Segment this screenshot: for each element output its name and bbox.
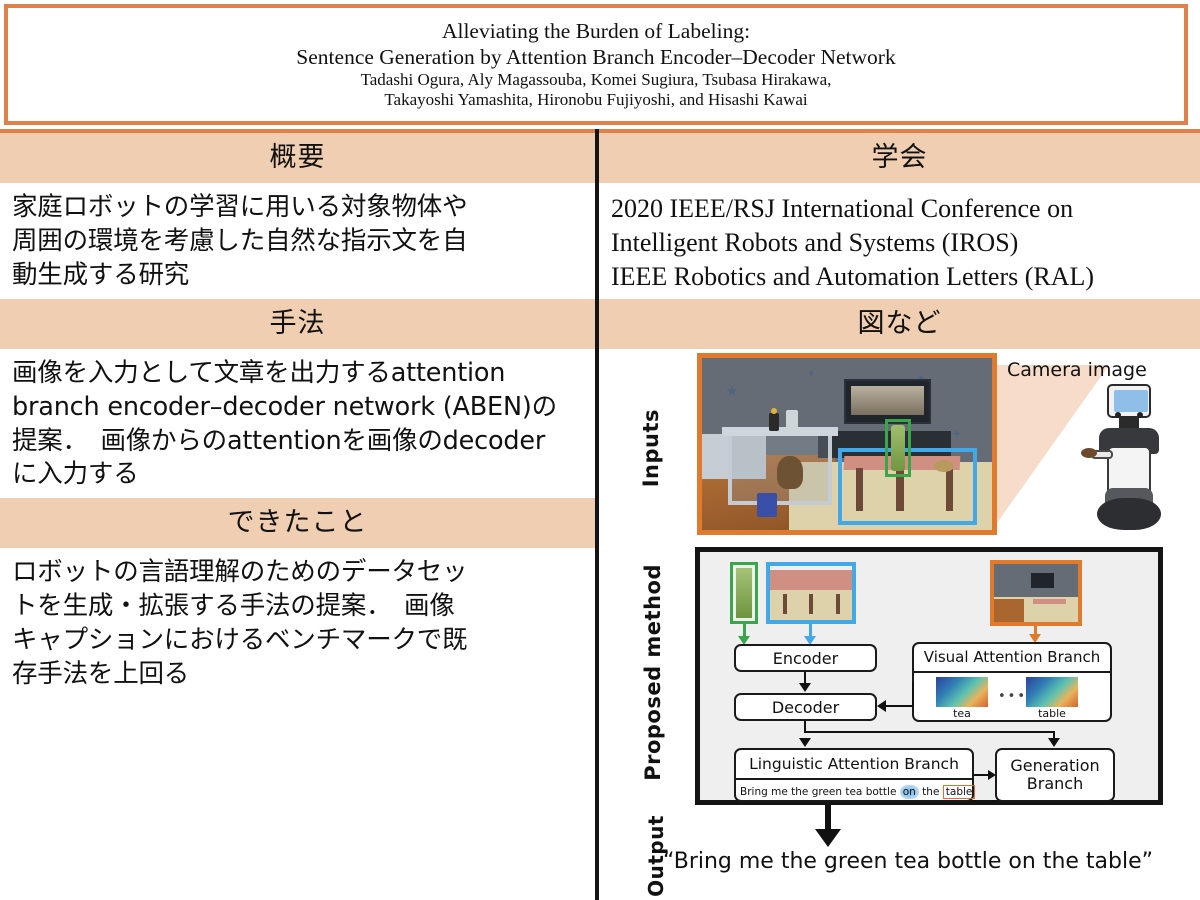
results-line-4: 存手法を上回る [12, 659, 190, 690]
section-heading-method: 手法 [0, 298, 595, 349]
right-column: 学会 2020 IEEE/RSJ International Conferenc… [599, 129, 1200, 897]
attention-ellipsis: ••• [998, 689, 1028, 705]
scene-trash-bin [757, 492, 778, 517]
conference-line-1: 2020 IEEE/RSJ International Conference o… [611, 194, 1074, 223]
arrow-vab-decoder-horz [886, 705, 914, 708]
sentence-boxed-table: table [942, 785, 976, 800]
attention-caption-table: table [1038, 707, 1066, 721]
arrow-vab-decoder-vert [912, 682, 914, 708]
block-visual-attention-branch[interactable]: Visual Attention Branch ••• tea table [912, 642, 1112, 724]
thumb-table-leg [809, 594, 814, 614]
method-line-2: branch encoder–decoder network (ABEN)の [12, 391, 557, 422]
block-decoder[interactable]: Decoder [734, 693, 877, 722]
title-box: Alleviating the Burden of Labeling: Sent… [4, 4, 1188, 125]
content-columns: 概要 家庭ロボットの学習に用いる対象物体や 周囲の環境を考慮した自然な指示文を自… [0, 129, 1200, 900]
section-heading-results: できたこと [0, 498, 595, 549]
linguistic-attention-sentence: Bring me the green tea bottle on the tab… [736, 780, 976, 804]
poster-root: Alleviating the Burden of Labeling: Sent… [0, 0, 1200, 900]
thumb-table-leg [783, 594, 788, 614]
linguistic-attention-branch-title: Linguistic Attention Branch [736, 750, 972, 781]
section-body-overview: 家庭ロボットの学習に用いる対象物体や 周囲の環境を考慮した自然な指示文を自 動生… [0, 183, 595, 299]
paper-title-line-1: Alleviating the Burden of Labeling: [441, 19, 751, 44]
paper-authors-line-1: Tadashi Ogura, Aly Magassouba, Komei Sug… [360, 69, 832, 89]
arrow-decoder-split-horz [804, 731, 1054, 734]
star-icon: ✦ [806, 367, 816, 380]
scene-tv-picture [851, 385, 925, 416]
input-scene-image: ★ ✦ ✦ ✦ [697, 353, 997, 536]
attention-caption-tea: tea [953, 707, 971, 721]
output-arrow-stem [825, 805, 831, 832]
method-line-1: 画像を入力として文章を出力するattention [12, 357, 506, 388]
section-body-conference: 2020 IEEE/RSJ International Conference o… [599, 183, 1200, 299]
thumbnail-blue-context [766, 562, 856, 625]
thumbnail-orange-scene [990, 560, 1082, 627]
visual-attention-branch-title: Visual Attention Branch [914, 644, 1110, 674]
overview-line-1: 家庭ロボットの学習に用いる対象物体や [12, 192, 468, 222]
thumb-tv [1030, 572, 1055, 588]
block-generation-branch[interactable]: Generation Branch [995, 748, 1115, 803]
star-icon: ★ [725, 383, 739, 401]
robot-neck [1119, 418, 1139, 429]
paper-authors-line-2: Takayoshi Yamashita, Hironobu Fujiyoshi,… [384, 89, 808, 109]
scene-bottle-clear [786, 409, 798, 431]
generation-branch-line-1: Generation [1010, 756, 1100, 775]
robot-screen-icon [1114, 390, 1148, 413]
block-linguistic-attention-branch[interactable]: Linguistic Attention Branch Bring me the… [734, 748, 976, 804]
sentence-before: Bring me the green tea bottle [740, 786, 900, 799]
star-icon: ✦ [951, 427, 962, 442]
section-body-results: ロボットの言語理解のためのデータセッ トを生成・拡張する手法の提案． 画像 キャ… [0, 548, 595, 698]
generation-branch-line-2: Branch [1026, 774, 1084, 794]
proposed-method-axis-label: Proposed method [641, 564, 665, 782]
scene-tv [844, 379, 932, 424]
method-line-4: に入力する [12, 459, 139, 490]
thumb-wood-floor [994, 599, 1025, 623]
scene-teddy-bear [777, 456, 804, 490]
thumb-table-leg [835, 594, 840, 614]
scene-green-bounding-box [884, 418, 911, 478]
figure-area: Inputs Camera image ★ ✦ ✦ Proposed metho… [599, 349, 1200, 897]
scene-cart-top [722, 427, 839, 436]
arrow-encoder-decoder-head [799, 683, 811, 693]
visual-attention-branch-body: ••• tea table [914, 673, 1110, 724]
section-heading-conference: 学会 [599, 129, 1200, 183]
section-body-method: 画像を入力として文章を出力するattention branch encoder–… [0, 349, 595, 499]
arrow-vab-decoder-head [877, 700, 886, 713]
method-line-3: 提案． 画像からのattentionを画像のdecoder [12, 425, 546, 456]
proposed-method-panel: Encoder Decoder Visual Attention Branch … [695, 547, 1163, 806]
results-line-2: トを生成・拡張する手法の提案． 画像 [12, 591, 455, 622]
overview-line-2: 周囲の環境を考慮した自然な指示文を自 [12, 225, 468, 256]
output-sentence: “Bring me the green tea bottle on the ta… [663, 849, 1154, 875]
paper-title-line-2: Sentence Generation by Attention Branch … [296, 44, 896, 69]
left-column: 概要 家庭ロボットの学習に用いる対象物体や 周囲の環境を考慮した自然な指示文を自… [0, 129, 595, 698]
scene-bottle-dark [768, 408, 779, 431]
thumb-table-2 [1032, 599, 1067, 604]
arrow-decoder-gen-head [1048, 738, 1060, 748]
attention-heatmap-table [1026, 677, 1078, 708]
robot-base [1097, 498, 1161, 531]
scene-green-tea-bottle [890, 424, 905, 471]
results-line-1: ロボットの言語理解のためのデータセッ [12, 557, 468, 588]
conference-line-2: Intelligent Robots and Systems (IROS) [611, 227, 1019, 257]
thumbnail-green-target [730, 562, 758, 625]
section-heading-figures: 図など [599, 299, 1200, 350]
thumb-table [770, 569, 852, 592]
block-encoder[interactable]: Encoder [734, 644, 877, 673]
output-arrow-head [815, 829, 841, 848]
attention-heatmap-tea [936, 677, 988, 708]
robot-illustration [1081, 384, 1167, 534]
arrow-decoder-lab-head [799, 738, 811, 748]
sentence-middle: the [918, 786, 943, 799]
camera-image-label: Camera image [1007, 359, 1147, 382]
inputs-axis-label: Inputs [639, 409, 663, 488]
overview-line-3: 動生成する研究 [12, 259, 190, 290]
results-line-3: キャプションにおけるベンチマークで既 [12, 625, 468, 656]
sentence-highlight-on: on [899, 785, 919, 800]
section-heading-overview: 概要 [0, 129, 595, 183]
conference-line-3: IEEE Robotics and Automation Letters (RA… [611, 261, 1095, 291]
robot-head-icon [1107, 384, 1151, 419]
